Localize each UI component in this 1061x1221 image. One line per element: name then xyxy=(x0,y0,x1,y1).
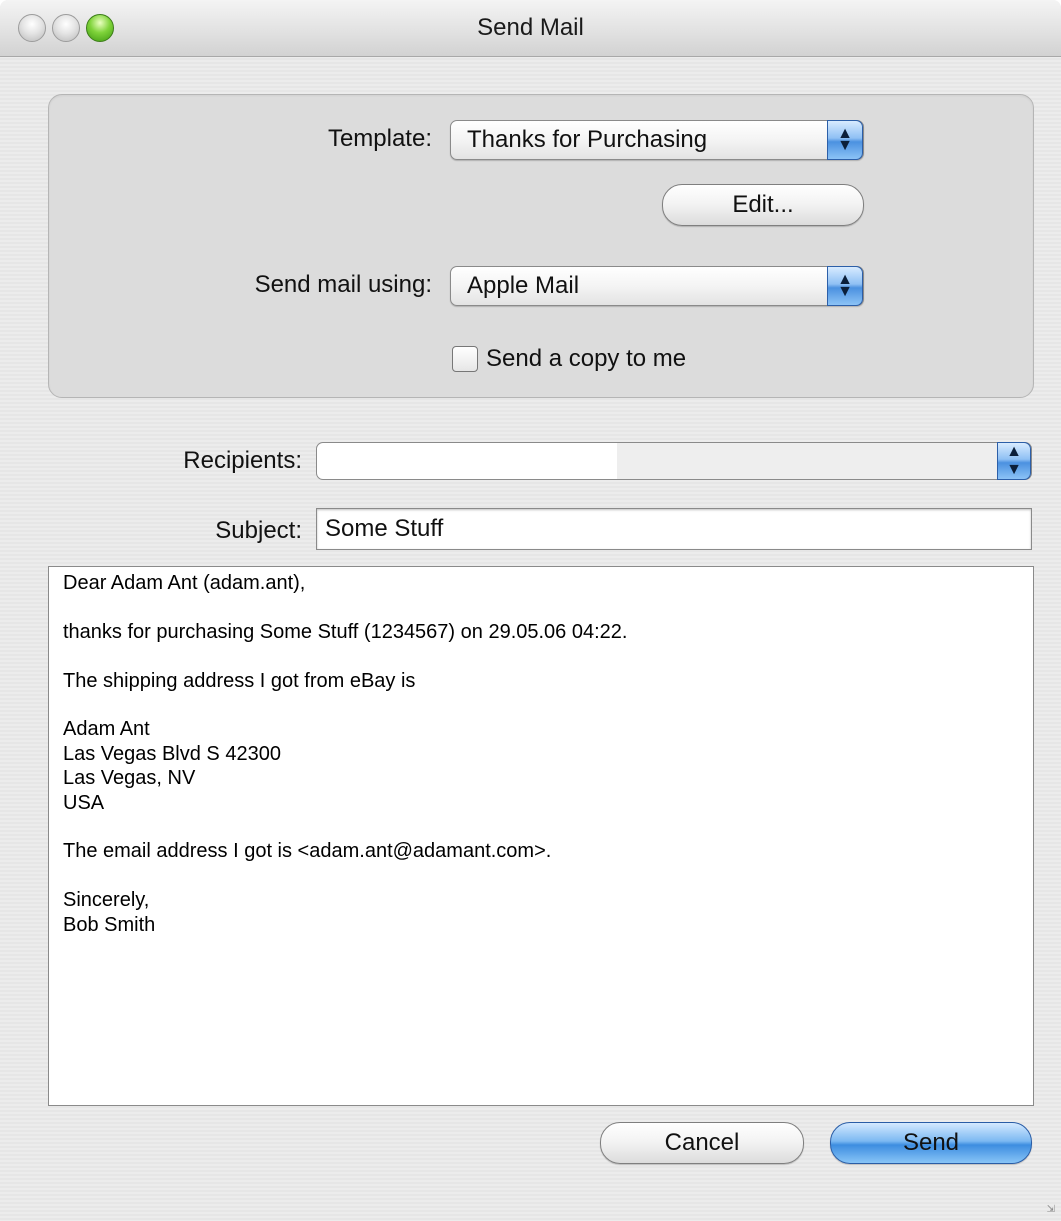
send-mail-window: Send Mail Template: Thanks for Purchasin… xyxy=(0,0,1061,1221)
message-line: thanks for purchasing Some Stuff (123456… xyxy=(63,620,628,643)
send-button[interactable]: Send xyxy=(830,1122,1032,1164)
template-popup[interactable]: Thanks for Purchasing ▲ ▼ xyxy=(450,120,864,160)
message-line: Bob Smith xyxy=(63,913,156,936)
template-popup-value: Thanks for Purchasing xyxy=(467,126,708,153)
message-line: Sincerely, xyxy=(63,889,150,912)
edit-template-button[interactable]: Edit... xyxy=(662,184,864,226)
resize-grip-icon[interactable]: ⇲ xyxy=(1047,1204,1055,1215)
send-using-popup[interactable]: Apple Mail ▲ ▼ xyxy=(450,266,864,306)
message-line: The email address I got is <adam.ant@ada… xyxy=(63,840,552,863)
subject-field[interactable]: Some Stuff xyxy=(316,508,1032,550)
send-using-label: Send mail using: xyxy=(254,271,432,298)
popup-arrows-icon: ▲ ▼ xyxy=(827,120,863,160)
message-line: Las Vegas, NV xyxy=(63,767,196,790)
window-title: Send Mail xyxy=(477,14,584,41)
message-line: Dear Adam Ant (adam.ant), xyxy=(63,572,306,594)
template-label: Template: xyxy=(327,125,432,152)
subject-field-value: Some Stuff xyxy=(325,515,444,542)
recipients-combo-box[interactable]: ▲ ▼ xyxy=(316,442,1032,480)
send-copy-checkbox[interactable] xyxy=(452,346,478,372)
message-line: Adam Ant xyxy=(63,718,150,741)
send-using-popup-value: Apple Mail xyxy=(467,272,580,299)
title-bar: Send Mail xyxy=(0,0,1061,57)
popup-arrows-icon: ▲ ▼ xyxy=(827,266,863,306)
subject-label: Subject: xyxy=(215,517,302,544)
cancel-button[interactable]: Cancel xyxy=(600,1122,804,1164)
message-line: The shipping address I got from eBay is xyxy=(63,669,416,692)
message-body-textarea[interactable]: Dear Adam Ant (adam.ant), thanks for purc… xyxy=(48,566,1034,1106)
send-copy-label[interactable]: Send a copy to me xyxy=(486,344,686,374)
message-line: Las Vegas Blvd S 42300 xyxy=(63,742,281,765)
message-line: USA xyxy=(63,791,105,814)
recipients-label: Recipients: xyxy=(183,447,302,474)
combo-arrows-icon[interactable]: ▲ ▼ xyxy=(997,442,1031,480)
